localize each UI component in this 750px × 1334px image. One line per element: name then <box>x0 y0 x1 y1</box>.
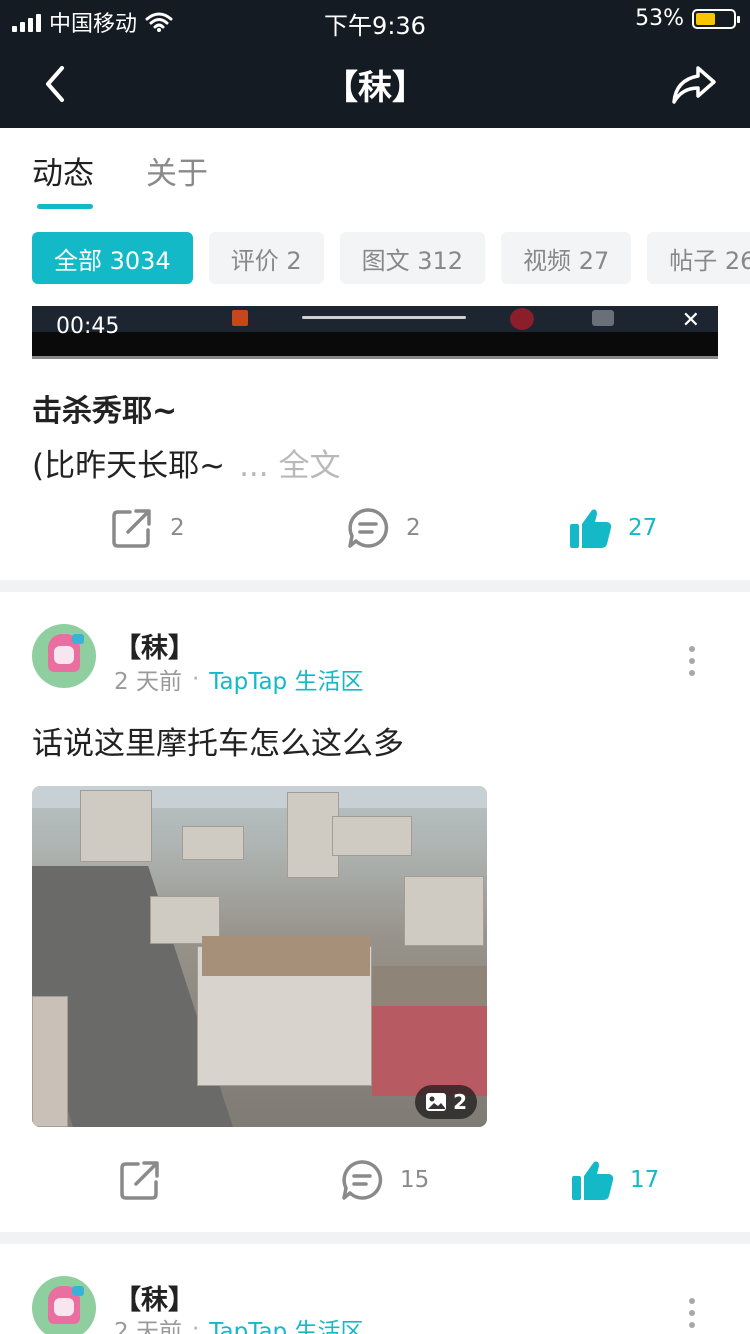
video-timestamp: 00:45 <box>56 314 120 339</box>
like-button[interactable]: 27 <box>570 498 657 558</box>
post-time: 2 天前 <box>114 1319 182 1334</box>
more-options-icon[interactable] <box>686 1298 698 1328</box>
battery-icon <box>692 8 740 29</box>
meta-separator: · <box>191 666 200 692</box>
post-actions: 15 17 <box>0 1150 750 1210</box>
tab-indicator <box>37 204 93 209</box>
battery-percent: 53% <box>635 6 684 31</box>
post-meta: 2 天前 · TapTap 生活区 <box>114 1312 363 1334</box>
tab-about[interactable]: 关于 <box>146 148 208 193</box>
like-button[interactable]: 17 <box>572 1150 659 1210</box>
forum-link[interactable]: TapTap 生活区 <box>209 662 363 696</box>
comment-icon <box>348 508 389 548</box>
status-right: 53% <box>635 6 740 31</box>
author-name[interactable]: 【秣】 <box>114 626 195 665</box>
image-count-badge: 2 <box>415 1085 477 1119</box>
forum-link[interactable]: TapTap 生活区 <box>209 1312 363 1334</box>
share-icon[interactable] <box>670 62 718 106</box>
thumbs-up-icon <box>572 1161 614 1200</box>
post-image[interactable]: 2 <box>32 786 487 1127</box>
post-divider <box>0 1232 750 1244</box>
thumbs-up-icon <box>570 509 612 548</box>
filter-video[interactable]: 视频 27 <box>501 232 632 284</box>
avatar[interactable] <box>32 624 96 688</box>
post-title: 击杀秀耶~ <box>32 394 178 429</box>
post-divider <box>0 580 750 592</box>
share-button[interactable]: 2 <box>110 498 185 558</box>
filter-review[interactable]: 评价 2 <box>208 232 324 284</box>
avatar[interactable] <box>32 1276 96 1334</box>
close-icon[interactable]: ✕ <box>682 308 700 333</box>
video-frame <box>32 306 718 332</box>
profile-page: 中国移动 下午9:36 53% 【秣】 动态 关于 全部 3034 评价 2 图… <box>0 0 750 1334</box>
like-count: 27 <box>628 515 658 541</box>
post-body: (比昨天长耶~ ... 全文 <box>32 440 341 485</box>
post-meta: 2 天前 · TapTap 生活区 <box>114 662 363 696</box>
top-bar: 中国移动 下午9:36 53% 【秣】 <box>0 0 750 128</box>
read-more-link[interactable]: ... 全文 <box>239 448 340 484</box>
comment-button[interactable]: 2 <box>346 498 421 558</box>
share-out-icon <box>120 1161 159 1200</box>
post-body-text: (比昨天长耶~ <box>32 448 226 484</box>
game-hud-icon <box>510 308 534 330</box>
tab-bar: 动态 关于 <box>0 128 750 218</box>
video-seek-bar[interactable] <box>302 316 466 319</box>
share-out-icon <box>112 509 151 548</box>
post-time: 2 天前 <box>114 669 182 695</box>
post-title: 话说这里摩托车怎么这么多 <box>32 726 404 762</box>
game-hud-icon <box>592 310 614 326</box>
page-title: 【秣】 <box>324 68 426 108</box>
share-button[interactable] <box>118 1150 162 1210</box>
tab-dynamic[interactable]: 动态 <box>32 148 94 193</box>
filter-all[interactable]: 全部 3034 <box>32 232 193 284</box>
image-icon <box>426 1093 447 1111</box>
filter-posts[interactable]: 帖子 269 <box>647 232 750 284</box>
post-actions: 2 2 27 <box>0 498 750 558</box>
filter-chips: 全部 3034 评价 2 图文 312 视频 27 帖子 269 <box>32 232 750 284</box>
comment-count: 15 <box>400 1167 430 1193</box>
more-options-icon[interactable] <box>686 646 698 676</box>
status-bar: 中国移动 下午9:36 53% <box>0 0 750 40</box>
game-hud-icon <box>232 310 248 326</box>
comment-icon <box>342 1160 383 1200</box>
filter-image-text[interactable]: 图文 312 <box>339 232 486 284</box>
share-count: 2 <box>170 515 185 541</box>
meta-separator: · <box>191 1316 200 1334</box>
comment-button[interactable]: 15 <box>340 1150 429 1210</box>
video-player[interactable]: 00:45 ✕ <box>32 306 718 359</box>
comment-count: 2 <box>406 515 421 541</box>
like-count: 17 <box>630 1167 660 1193</box>
image-count: 2 <box>453 1090 467 1114</box>
